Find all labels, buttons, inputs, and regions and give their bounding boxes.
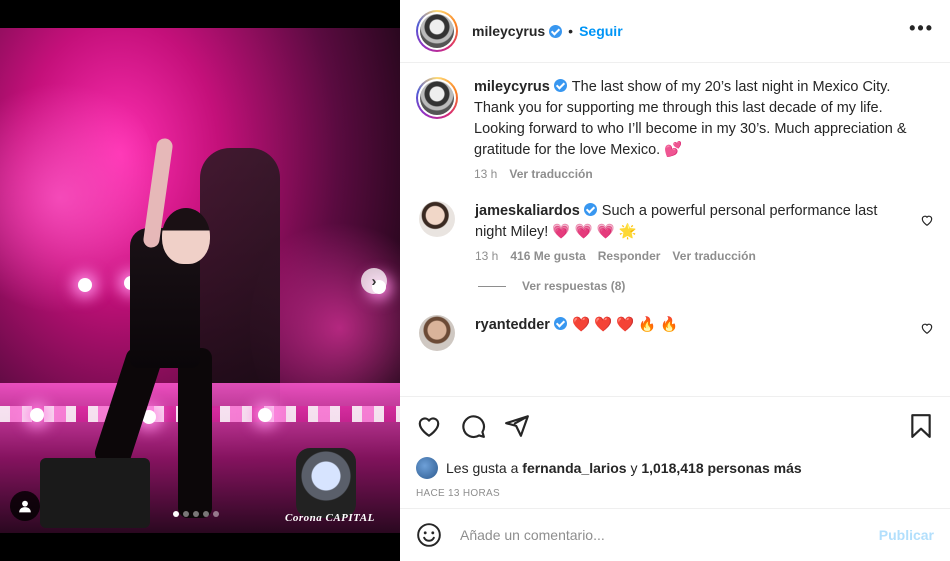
- save-button[interactable]: [908, 413, 934, 439]
- comment-username[interactable]: ryantedder: [475, 317, 550, 333]
- post-details-panel: mileycyrus • Seguir ••• mileycyrus The la…: [400, 0, 950, 561]
- verified-badge-icon: [553, 317, 567, 330]
- concert-photo: [0, 28, 400, 533]
- bookmark-icon: [911, 413, 931, 438]
- carousel-dot: [203, 511, 209, 517]
- send-icon: [505, 414, 529, 437]
- verified-badge-icon: [549, 24, 563, 38]
- avatar: [420, 81, 454, 115]
- post-timestamp[interactable]: HACE 13 HORAS: [400, 482, 950, 508]
- likes-connector: y: [630, 460, 638, 476]
- heart-icon: [418, 416, 440, 437]
- follow-button[interactable]: Seguir: [579, 23, 623, 39]
- story-ring[interactable]: [416, 10, 458, 52]
- comment-item: ryantedder ❤️ ❤️ ❤️ 🔥 🔥: [416, 315, 934, 351]
- avatar: [420, 14, 454, 48]
- carousel-next-button[interactable]: ›: [361, 268, 387, 294]
- likes-prefix: Les gusta a: [446, 460, 519, 476]
- tagged-users-button[interactable]: [10, 491, 40, 521]
- caption-avatar[interactable]: [416, 77, 458, 119]
- more-options-icon[interactable]: •••: [909, 18, 934, 45]
- carousel-dot: [213, 511, 219, 517]
- comment-likes[interactable]: 416 Me gusta: [510, 249, 585, 263]
- comment-item: jameskaliardos Such a powerful personal p…: [416, 201, 934, 263]
- avatar[interactable]: [419, 315, 455, 351]
- likes-summary: Les gusta a fernanda_larios y 1,018,418 …: [400, 454, 950, 482]
- comment-time[interactable]: 13 h: [475, 249, 498, 263]
- carousel-dot: [183, 511, 189, 517]
- owner-username[interactable]: mileycyrus: [472, 23, 545, 39]
- caption: mileycyrus The last show of my 20’s last …: [416, 77, 934, 181]
- reply-button[interactable]: Responder: [598, 249, 661, 263]
- like-comment-icon[interactable]: [920, 321, 934, 335]
- user-icon: [19, 500, 31, 513]
- like-comment-icon[interactable]: [920, 213, 934, 227]
- avatar[interactable]: [419, 201, 455, 237]
- comment-button[interactable]: [460, 413, 486, 439]
- translate-link[interactable]: Ver traducción: [672, 249, 755, 263]
- comments-list[interactable]: mileycyrus The last show of my 20’s last …: [400, 63, 950, 396]
- translate-link[interactable]: Ver traducción: [509, 167, 592, 181]
- like-button[interactable]: [416, 413, 442, 439]
- add-comment-bar: Publicar: [400, 508, 950, 561]
- carousel-indicator: [173, 511, 219, 517]
- instagram-post-modal: Corona CAPITAL › mileycyrus • Seguir •••: [0, 0, 950, 561]
- likes-count[interactable]: 1,018,418 personas más: [641, 460, 801, 476]
- corona-capital-watermark: Corona CAPITAL: [285, 512, 375, 524]
- caption-time[interactable]: 13 h: [474, 167, 497, 181]
- comment-text: ❤️ ❤️ ❤️ 🔥 🔥: [571, 317, 679, 333]
- carousel-dot: [173, 511, 179, 517]
- caption-username[interactable]: mileycyrus: [474, 79, 550, 95]
- post-actions: [400, 396, 950, 454]
- comment-icon: [462, 414, 486, 438]
- post-media: Corona CAPITAL ›: [0, 0, 400, 561]
- publish-button[interactable]: Publicar: [879, 527, 934, 543]
- view-replies-label: Ver respuestas (8): [522, 279, 626, 293]
- chevron-right-icon: ›: [371, 272, 377, 290]
- post-header: mileycyrus • Seguir •••: [400, 0, 950, 63]
- verified-badge-icon: [583, 203, 597, 216]
- liker-username[interactable]: fernanda_larios: [522, 460, 626, 476]
- verified-badge-icon: [553, 79, 567, 92]
- view-replies-button[interactable]: Ver respuestas (8): [478, 279, 934, 293]
- carousel-dot: [193, 511, 199, 517]
- comment-input[interactable]: [460, 527, 879, 543]
- emoji-icon[interactable]: [416, 522, 442, 548]
- liker-avatar[interactable]: [416, 457, 438, 479]
- share-button[interactable]: [504, 413, 530, 439]
- separator-dot: •: [568, 23, 574, 39]
- comment-username[interactable]: jameskaliardos: [475, 203, 580, 219]
